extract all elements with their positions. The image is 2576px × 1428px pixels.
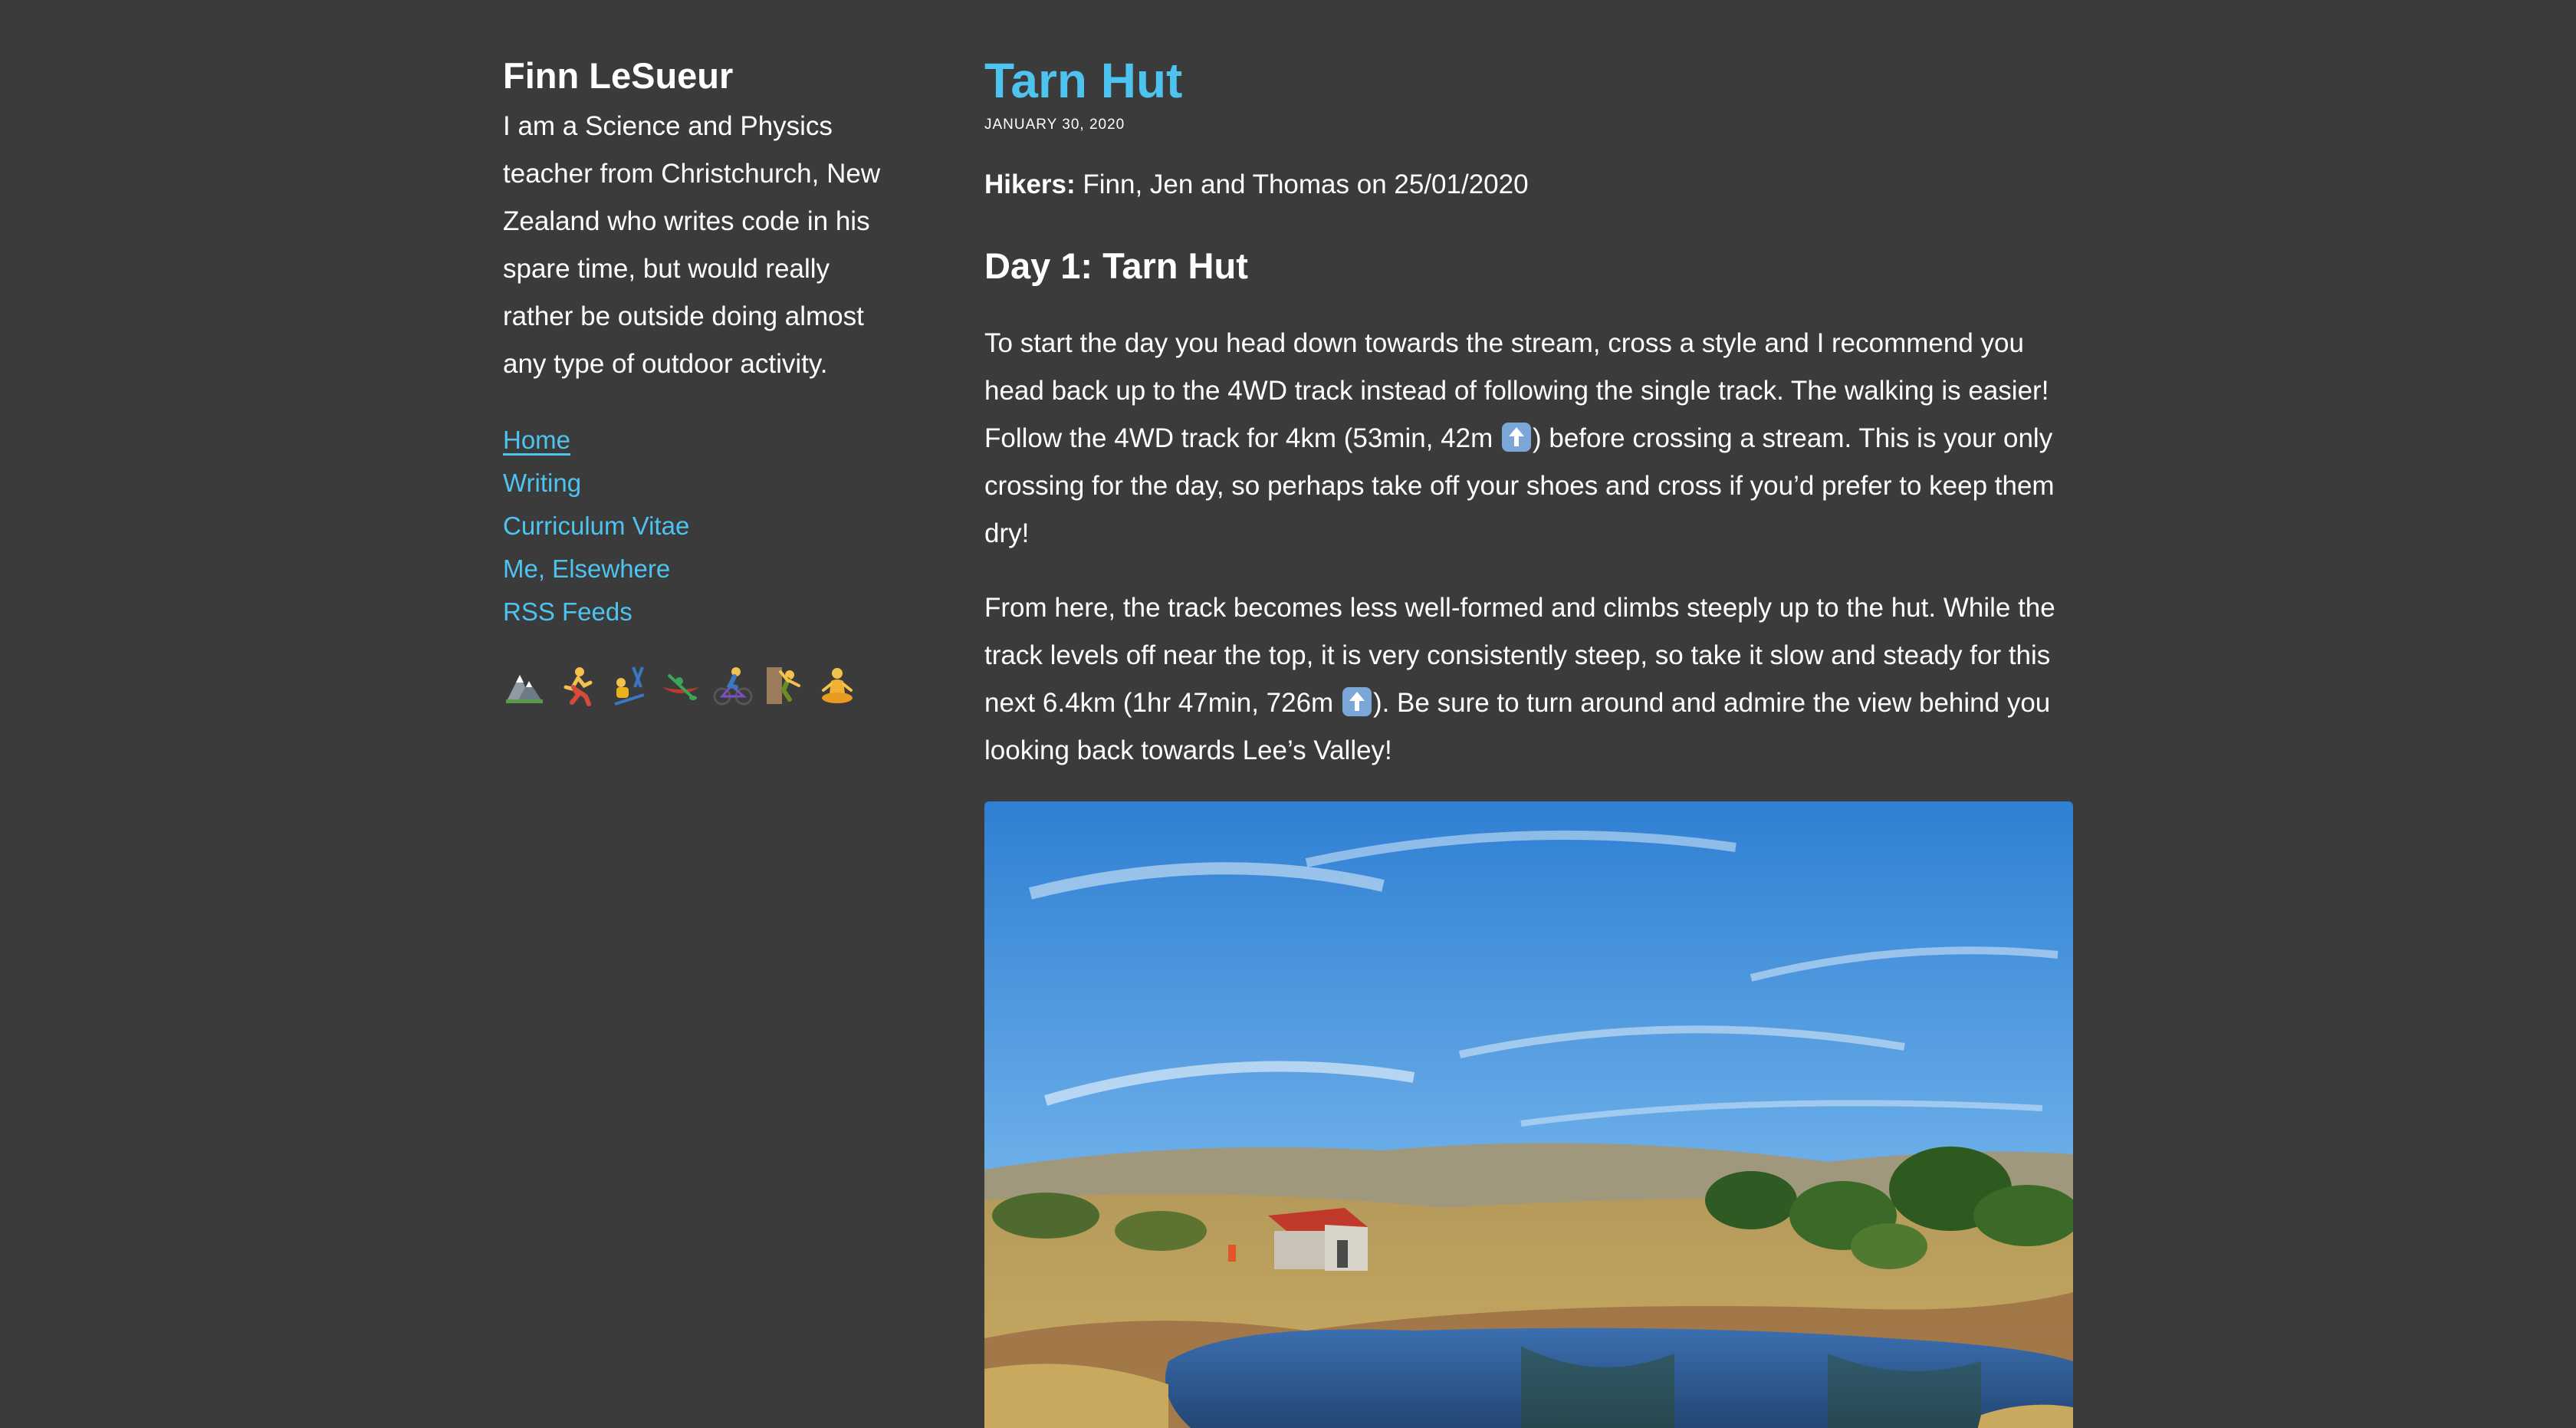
nav-link-curriculum-vitae[interactable]: Curriculum Vitae <box>503 512 689 540</box>
up-arrow-icon <box>1501 423 1531 452</box>
nav-link-rss-feeds[interactable]: RSS Feeds <box>503 597 632 626</box>
post-date: January 30, 2020 <box>984 117 1125 133</box>
hikers-value: Finn, Jen and Thomas on 25/01/2020 <box>1075 169 1529 199</box>
nav-link-me-elsewhere[interactable]: Me, Elsewhere <box>503 554 670 583</box>
nav-link-home[interactable]: Home <box>503 426 570 454</box>
skier-icon <box>614 666 645 706</box>
up-arrow-icon <box>1342 687 1372 716</box>
sidebar-nav: Home Writing Curriculum Vitae Me, Elsewh… <box>503 419 886 633</box>
hikers-line: Hikers: Finn, Jen and Thomas on 25/01/20… <box>984 161 2073 209</box>
meditation-icon <box>822 668 853 703</box>
page: Finn LeSueur I am a Science and Physics … <box>0 0 2576 1428</box>
climber-icon <box>767 667 800 704</box>
day-heading: Day 1: Tarn Hut <box>984 245 1248 286</box>
runner-icon <box>564 667 593 706</box>
canoe-icon <box>662 673 699 700</box>
paragraph-1: To start the day you head down towards t… <box>984 320 2073 558</box>
post-title[interactable]: Tarn Hut <box>984 49 2073 112</box>
hikers-label: Hikers: <box>984 169 1076 199</box>
site-title[interactable]: Finn LeSueur <box>503 52 886 100</box>
cyclist-icon <box>713 667 753 706</box>
tarn-hut-photo <box>984 801 2073 1428</box>
sidebar: Finn LeSueur I am a Science and Physics … <box>503 52 886 707</box>
nav-link-writing[interactable]: Writing <box>503 469 581 497</box>
activity-icons <box>503 664 886 707</box>
paragraph-2: From here, the track becomes less well-f… <box>984 584 2073 775</box>
mountain-icon <box>506 675 543 703</box>
post-article: Tarn Hut January 30, 2020 Hikers: Finn, … <box>984 49 2073 1428</box>
bio-text: I am a Science and Physics teacher from … <box>503 111 881 379</box>
